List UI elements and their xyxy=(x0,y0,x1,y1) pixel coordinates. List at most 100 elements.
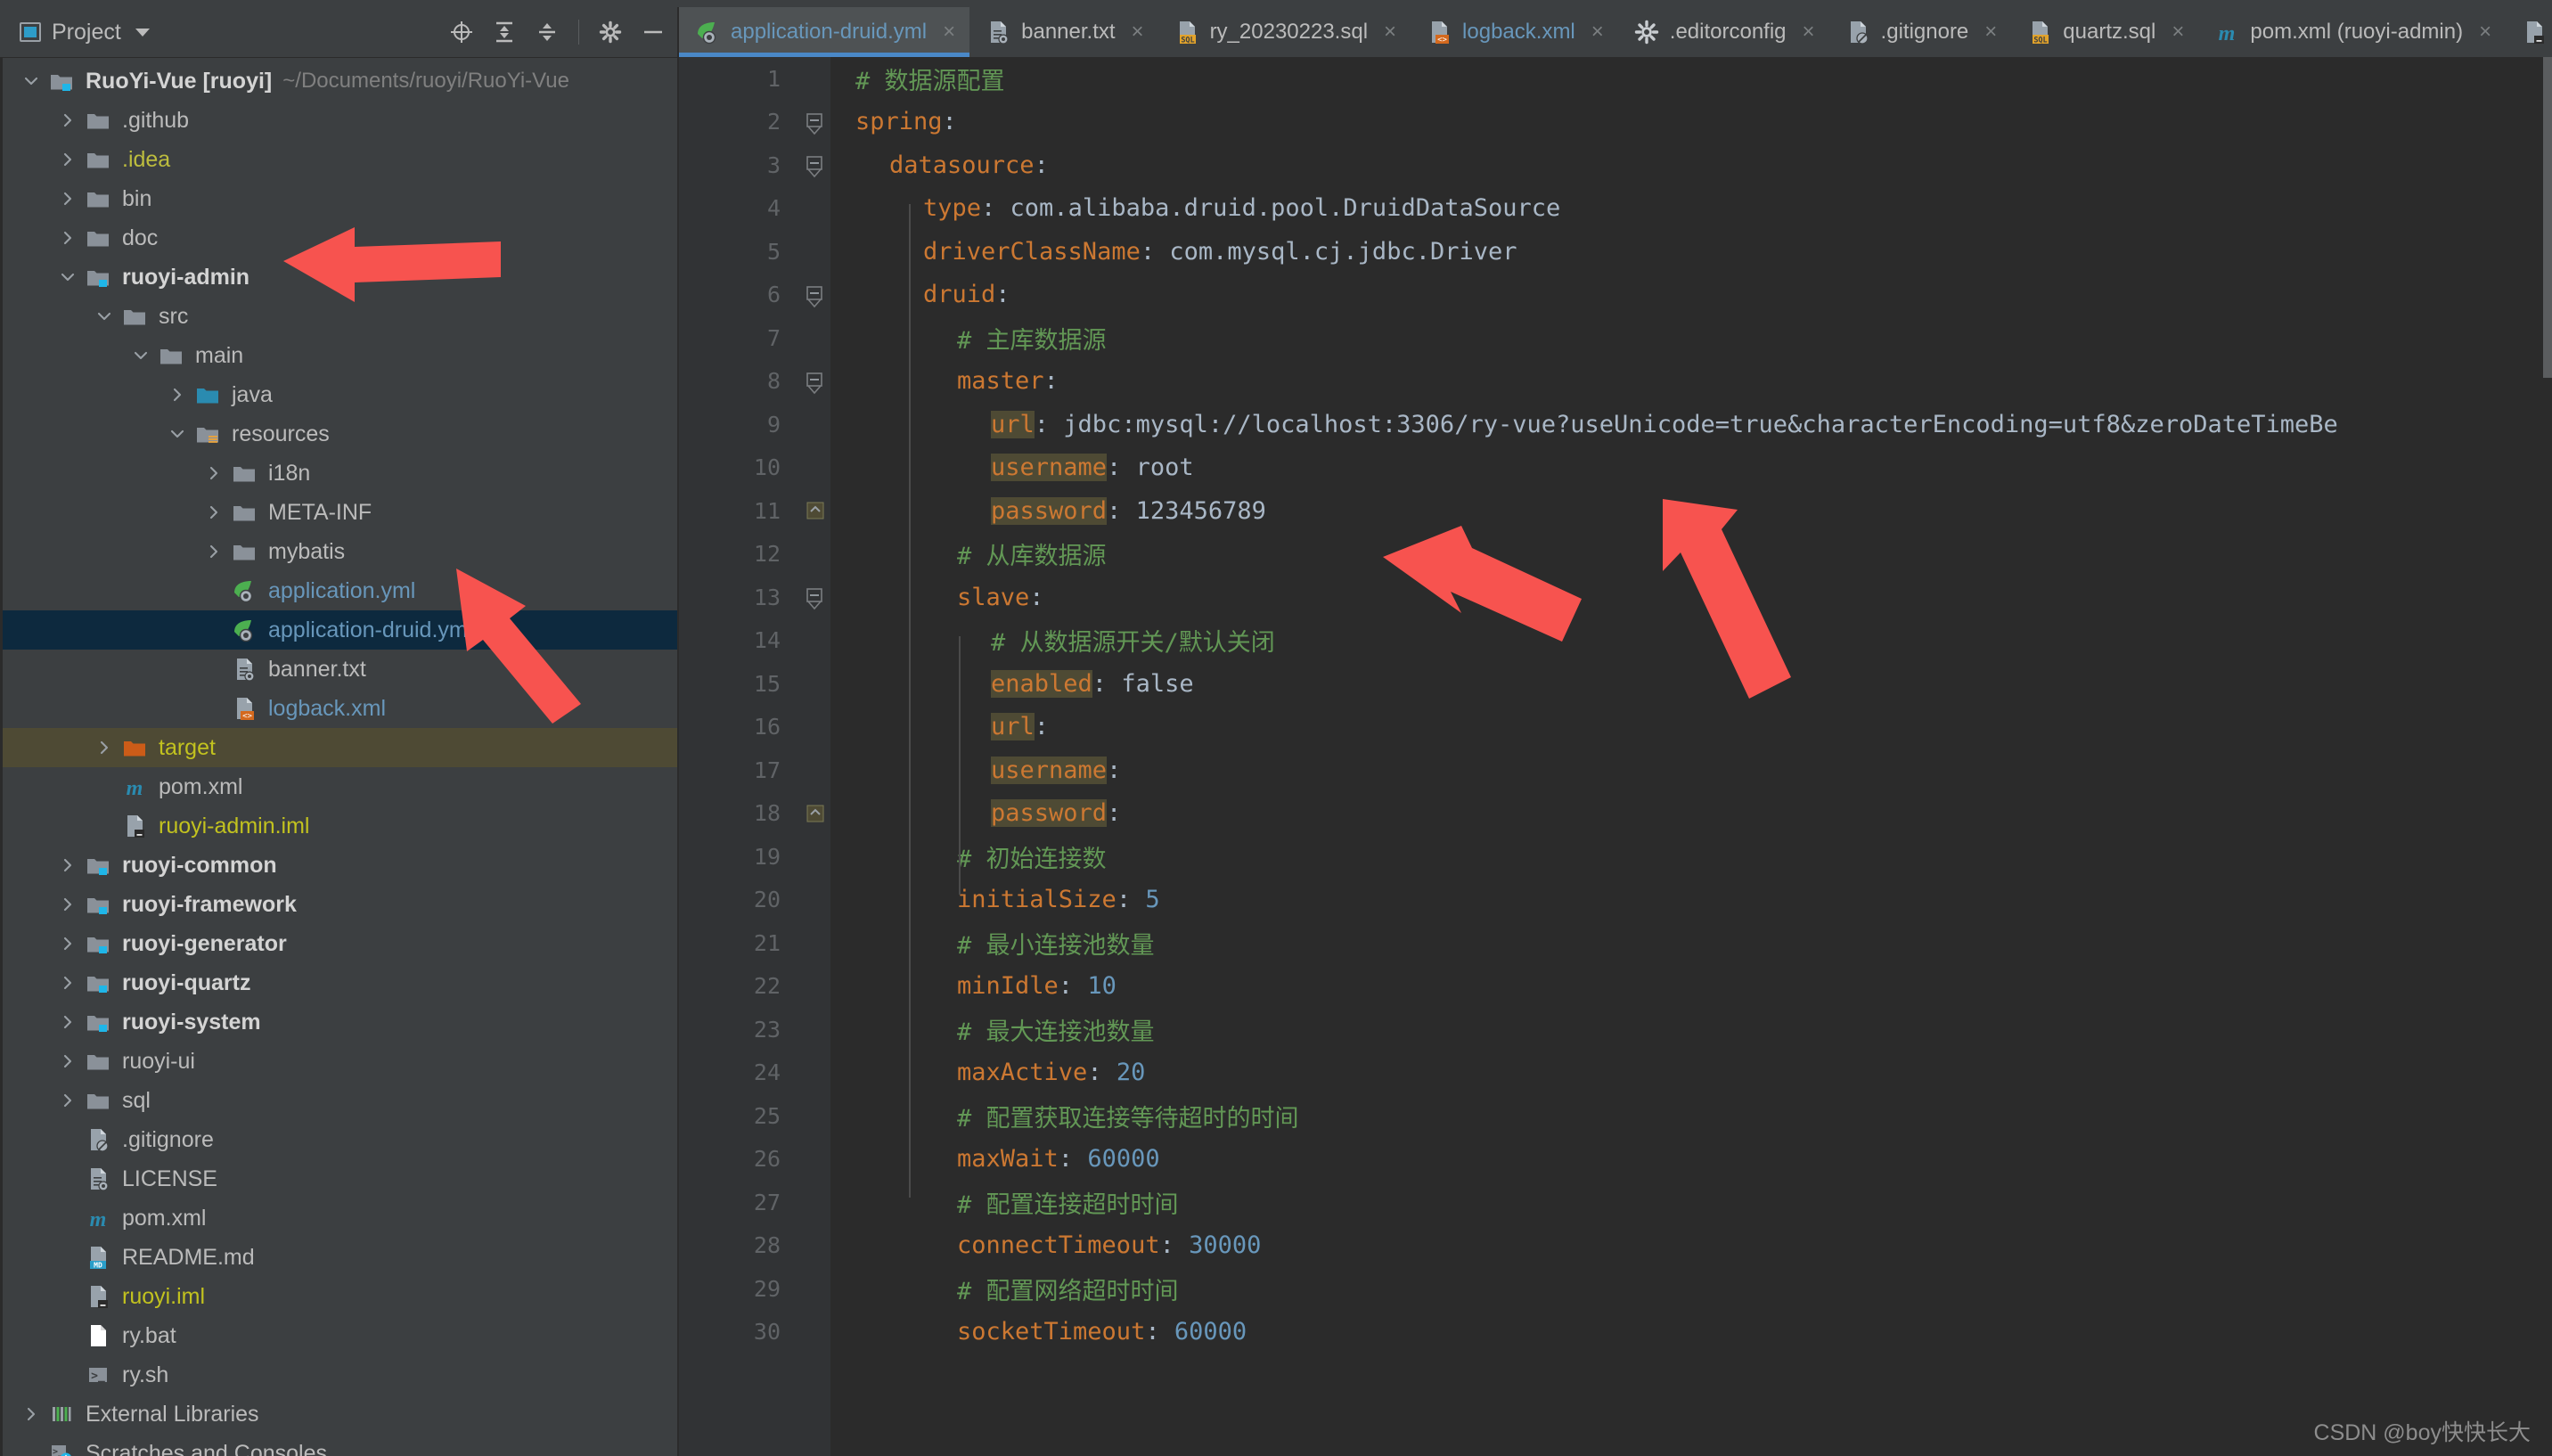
editor-tab-pom-xml-ruoyi-admin[interactable]: m pom.xml (ruoyi-admin) × xyxy=(2198,7,2506,57)
chevron-right-icon[interactable] xyxy=(89,740,119,756)
tree-item-ruoyi-admin[interactable]: ruoyi-admin xyxy=(0,258,677,297)
fold-marker[interactable] xyxy=(806,372,825,394)
collapse-all-icon[interactable] xyxy=(536,20,559,44)
editor-tab-logback-xml[interactable]: <> logback.xml × xyxy=(1411,7,1618,57)
editor-tab-ry-20230223-sql[interactable]: SQL ry_20230223.sql × xyxy=(1158,7,1411,57)
tree-item-resources[interactable]: resources xyxy=(0,414,677,454)
chevron-right-icon[interactable] xyxy=(53,191,83,207)
tree-item-ruoyi-generator[interactable]: ruoyi-generator xyxy=(0,924,677,963)
tree-item-bin[interactable]: bin xyxy=(0,179,677,218)
close-icon[interactable]: × xyxy=(1384,20,1396,45)
locate-icon[interactable] xyxy=(450,20,473,44)
tree-item-ruoyi-framework[interactable]: ruoyi-framework xyxy=(0,885,677,924)
code-line[interactable]: druid: xyxy=(830,274,2552,317)
close-icon[interactable]: × xyxy=(1803,20,1815,45)
close-icon[interactable]: × xyxy=(1591,20,1604,45)
editor-scrollbar-thumb[interactable] xyxy=(2543,57,2552,378)
tree-item-ruoyi-ui[interactable]: ruoyi-ui xyxy=(0,1042,677,1081)
fold-marker[interactable] xyxy=(806,112,825,135)
tree-item-banner-txt[interactable]: banner.txt xyxy=(0,650,677,689)
code-line[interactable]: slave: xyxy=(830,576,2552,619)
chevron-right-icon[interactable] xyxy=(162,387,192,403)
chevron-right-icon[interactable] xyxy=(53,1092,83,1108)
tree-item-src[interactable]: src xyxy=(0,297,677,336)
tree-item-target[interactable]: target xyxy=(0,728,677,767)
tree-item-idea[interactable]: .idea xyxy=(0,140,677,179)
code-line[interactable]: username: root xyxy=(830,446,2552,490)
chevron-right-icon[interactable] xyxy=(199,504,229,520)
editor-tab-banner-txt[interactable]: banner.txt × xyxy=(969,7,1157,57)
fold-marker[interactable] xyxy=(806,587,825,610)
code-line[interactable]: # 配置获取连接等待超时的时间 xyxy=(830,1094,2552,1138)
chevron-down-icon[interactable] xyxy=(162,426,192,442)
chevron-right-icon[interactable] xyxy=(199,544,229,560)
code-line[interactable]: type: com.alibaba.druid.pool.DruidDataSo… xyxy=(830,187,2552,231)
code-line[interactable]: # 最小连接池数量 xyxy=(830,921,2552,965)
fold-marker[interactable] xyxy=(806,155,825,178)
tree-item-logback-xml[interactable]: <> logback.xml xyxy=(0,689,677,728)
code-line[interactable]: # 数据源配置 xyxy=(830,57,2552,101)
chevron-down-icon[interactable] xyxy=(16,73,46,89)
chevron-right-icon[interactable] xyxy=(53,151,83,168)
tree-item-ry-sh[interactable]: >_ ry.sh xyxy=(0,1355,677,1395)
tree-item-ruoyi-vue-ruoyi[interactable]: RuoYi-Vue [ruoyi] ~/Documents/ruoyi/RuoYi… xyxy=(0,61,677,101)
chevron-down-icon[interactable] xyxy=(53,269,83,285)
tree-item-readme-md[interactable]: MD README.md xyxy=(0,1238,677,1277)
tree-item-scratches-and-consoles[interactable]: >_ Scratches and Consoles xyxy=(0,1434,677,1456)
code-line[interactable]: connectTimeout: 30000 xyxy=(830,1224,2552,1268)
chevron-right-icon[interactable] xyxy=(199,465,229,481)
code-line[interactable]: datasource: xyxy=(830,143,2552,187)
tree-item-doc[interactable]: doc xyxy=(0,218,677,258)
tree-item-application-druid-yml[interactable]: application-druid.yml xyxy=(0,610,677,650)
code-line[interactable]: socketTimeout: 60000 xyxy=(830,1311,2552,1354)
code-line[interactable]: maxWait: 60000 xyxy=(830,1138,2552,1182)
code-line[interactable]: master: xyxy=(830,360,2552,404)
close-icon[interactable]: × xyxy=(943,20,955,45)
tree-item-github[interactable]: .github xyxy=(0,101,677,140)
chevron-right-icon[interactable] xyxy=(53,230,83,246)
minimize-icon[interactable] xyxy=(642,20,665,44)
tree-item-pom-xml[interactable]: m pom.xml xyxy=(0,767,677,806)
tree-item-meta-inf[interactable]: META-INF xyxy=(0,493,677,532)
chevron-right-icon[interactable] xyxy=(53,936,83,952)
chevron-right-icon[interactable] xyxy=(53,896,83,912)
code-line[interactable]: password: xyxy=(830,792,2552,836)
tree-item-ruoyi-quartz[interactable]: ruoyi-quartz xyxy=(0,963,677,1002)
fold-marker[interactable] xyxy=(806,501,825,520)
code-folding-column[interactable] xyxy=(800,57,830,1456)
chevron-right-icon[interactable] xyxy=(53,1014,83,1030)
chevron-right-icon[interactable] xyxy=(53,112,83,128)
editor-tabbar[interactable]: application-druid.yml × banner.txt × SQL ry_2… xyxy=(679,7,2552,57)
close-icon[interactable]: × xyxy=(2479,20,2491,45)
code-line[interactable]: username: xyxy=(830,748,2552,792)
editor-tab-quartz-sql[interactable]: SQL quartz.sql × xyxy=(2011,7,2198,57)
code-content[interactable]: # 数据源配置 spring: datasource: type: com.aliba… xyxy=(830,57,2552,1456)
code-line[interactable]: # 最大连接池数量 xyxy=(830,1008,2552,1051)
code-editor[interactable]: 1 2 3 4 5 6 7 8 9 10 11 12 13 14 15 16 17 18 19 20 21 22 23 24 2… xyxy=(679,57,2552,1456)
tree-item-pom-xml[interactable]: m pom.xml xyxy=(0,1198,677,1238)
project-panel-title-group[interactable]: Project xyxy=(20,20,150,45)
close-icon[interactable]: × xyxy=(1132,20,1144,45)
chevron-right-icon[interactable] xyxy=(53,857,83,873)
tree-item-external-libraries[interactable]: External Libraries xyxy=(0,1395,677,1434)
code-line[interactable]: url: xyxy=(830,706,2552,749)
tree-item-mybatis[interactable]: mybatis xyxy=(0,532,677,571)
code-line[interactable]: # 配置网络超时时间 xyxy=(830,1267,2552,1311)
editor-tab-editorconfig[interactable]: .editorconfig × xyxy=(1618,7,1829,57)
code-line[interactable]: minIdle: 10 xyxy=(830,965,2552,1009)
gear-icon[interactable] xyxy=(599,20,622,44)
code-line[interactable]: spring: xyxy=(830,101,2552,144)
tree-item-java[interactable]: java xyxy=(0,375,677,414)
chevron-down-icon[interactable] xyxy=(126,348,156,364)
tree-item-license[interactable]: LICENSE xyxy=(0,1159,677,1198)
editor-tab-gitignore[interactable]: .gitignore × xyxy=(1829,7,2012,57)
tree-item-ruoyi-admin-iml[interactable]: ruoyi-admin.iml xyxy=(0,806,677,846)
code-line[interactable]: initialSize: 5 xyxy=(830,879,2552,922)
editor-tab-ruoyi-a[interactable]: ruoyi-a xyxy=(2506,7,2552,57)
code-line[interactable]: password: 123456789 xyxy=(830,489,2552,533)
chevron-down-icon[interactable] xyxy=(89,308,119,324)
tree-item-ruoyi-common[interactable]: ruoyi-common xyxy=(0,846,677,885)
code-line[interactable]: # 主库数据源 xyxy=(830,316,2552,360)
tree-item-i18n[interactable]: i18n xyxy=(0,454,677,493)
fold-marker[interactable] xyxy=(806,804,825,823)
